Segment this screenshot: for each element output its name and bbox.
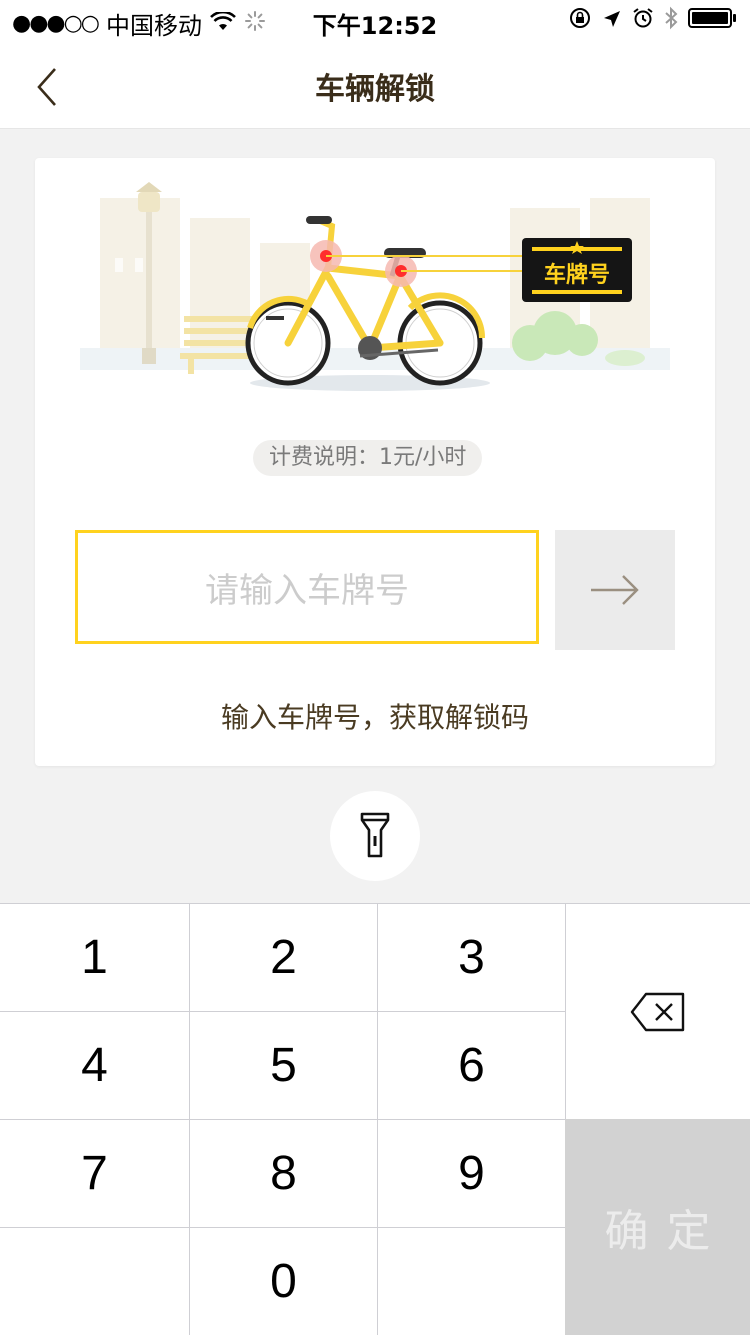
backspace-button[interactable]	[566, 904, 750, 1120]
location-arrow-icon	[602, 7, 622, 35]
arrow-right-icon	[591, 575, 639, 605]
key-2[interactable]: 2	[190, 904, 378, 1012]
unlock-hint: 输入车牌号，获取解锁码	[220, 701, 529, 734]
key-3[interactable]: 3	[378, 904, 566, 1012]
plate-number-input[interactable]: 请输入车牌号	[75, 530, 539, 644]
plate-sign-text: 车牌号	[544, 262, 610, 288]
nav-bar: 车辆解锁	[0, 40, 750, 129]
key-7[interactable]: 7	[0, 1120, 190, 1228]
backspace-icon	[630, 992, 685, 1032]
key-8[interactable]: 8	[190, 1120, 378, 1228]
confirm-button[interactable]: 确定	[565, 1119, 750, 1335]
key-5[interactable]: 5	[190, 1012, 378, 1120]
key-empty-left	[0, 1228, 190, 1335]
unlock-card: 车牌号 计费说明：1元/小时 请输入车牌号 输入车牌号，获取解锁码	[35, 158, 715, 766]
key-empty-right	[378, 1228, 566, 1335]
status-bar: ●●●○○ 中国移动 下午12:52	[0, 0, 750, 40]
bike-illustration: 车牌号	[80, 182, 670, 391]
key-9[interactable]: 9	[378, 1120, 566, 1228]
fee-note: 计费说明：1元/小时	[253, 440, 483, 476]
flashlight-icon	[360, 812, 390, 858]
numeric-keypad: 1 2 3 4 5 6 7 8 9 0 确定	[0, 903, 750, 1335]
battery-icon	[688, 7, 738, 35]
lock-rotation-icon	[568, 6, 592, 36]
submit-arrow-button[interactable]	[555, 530, 675, 650]
status-right	[568, 6, 738, 36]
alarm-icon	[632, 7, 654, 35]
key-4[interactable]: 4	[0, 1012, 190, 1120]
flashlight-button[interactable]	[330, 791, 420, 881]
key-1[interactable]: 1	[0, 904, 190, 1012]
key-6[interactable]: 6	[378, 1012, 566, 1120]
page-title: 车辆解锁	[315, 72, 435, 107]
bluetooth-icon	[664, 6, 678, 36]
key-0[interactable]: 0	[190, 1228, 378, 1335]
